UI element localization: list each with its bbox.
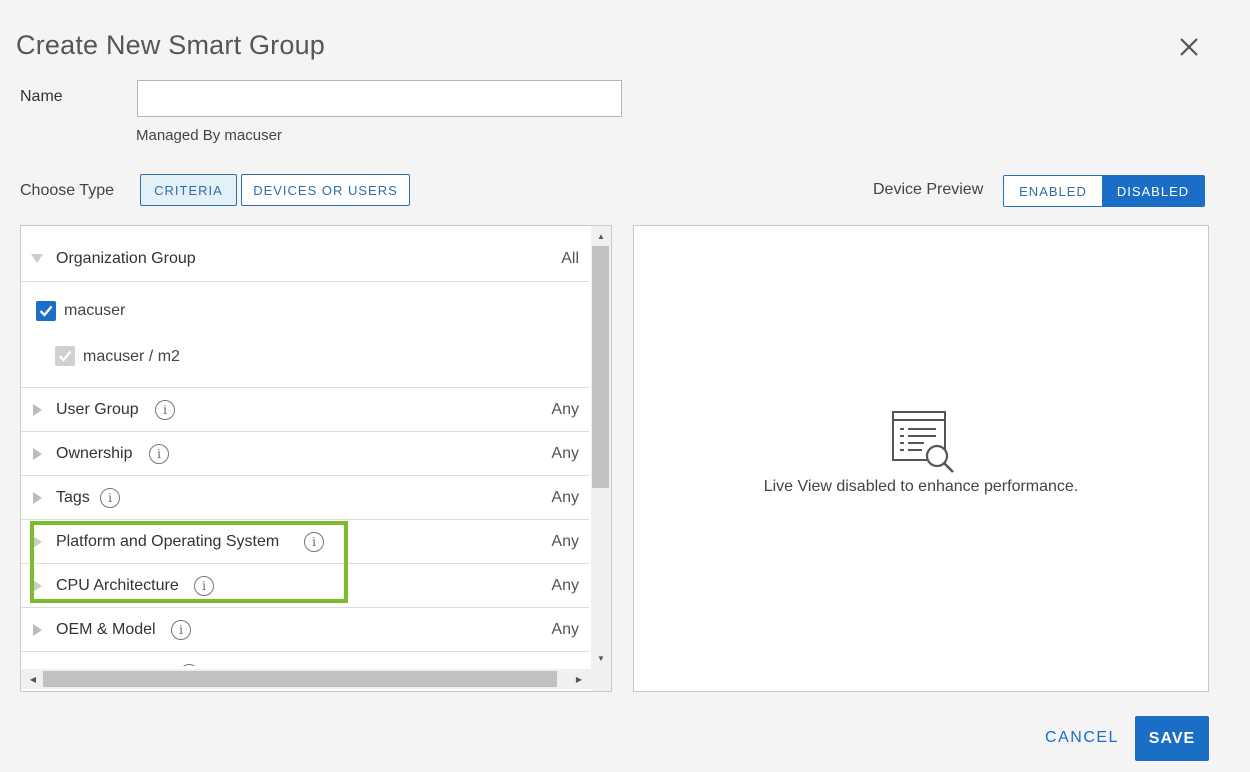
criteria-label: Tags	[56, 489, 90, 506]
close-button[interactable]	[1174, 32, 1204, 62]
criteria-panel: Organization Group All macuser macuser /…	[20, 225, 612, 692]
criteria-label: OEM & Model	[56, 621, 156, 638]
devices-or-users-type-button[interactable]: DEVICES OR USERS	[241, 174, 410, 206]
chevron-right-icon	[33, 404, 42, 416]
scroll-down-arrow-icon[interactable]: ▼	[591, 650, 611, 666]
check-icon	[58, 350, 72, 362]
preview-enabled-option[interactable]: ENABLED	[1004, 176, 1102, 206]
chevron-right-icon	[33, 492, 42, 504]
info-icon[interactable]: i	[171, 620, 191, 640]
checkbox-label: macuser	[64, 302, 126, 319]
device-preview-label: Device Preview	[873, 181, 984, 198]
search-list-icon	[892, 411, 954, 473]
criteria-row-ownership[interactable]: Ownership i Any	[21, 432, 589, 476]
device-preview-panel: Live View disabled to enhance performanc…	[633, 225, 1209, 692]
dialog-title: Create New Smart Group	[16, 30, 326, 60]
info-icon[interactable]: i	[304, 532, 324, 552]
name-label: Name	[20, 88, 63, 105]
scrollbar-corner	[591, 666, 611, 691]
organization-group-items: macuser macuser / m2	[21, 282, 589, 388]
criteria-value: Any	[551, 621, 579, 638]
scroll-up-arrow-icon[interactable]: ▲	[591, 228, 611, 244]
criteria-type-button[interactable]: CRITERIA	[140, 174, 237, 206]
save-button[interactable]: SAVE	[1135, 716, 1209, 761]
scroll-right-arrow-icon[interactable]: ▶	[571, 671, 587, 687]
device-preview-toggle: ENABLED DISABLED	[1003, 175, 1205, 207]
preview-message: Live View disabled to enhance performanc…	[763, 478, 1079, 495]
criteria-label: CPU Architecture	[56, 577, 179, 594]
criteria-row-organization-group[interactable]: Organization Group All	[21, 226, 589, 282]
criteria-value: Any	[551, 533, 579, 550]
info-icon	[179, 664, 199, 666]
criteria-value: Any	[551, 577, 579, 594]
criteria-row-partial	[21, 652, 589, 666]
managed-by-text: Managed By macuser	[136, 127, 282, 144]
info-icon[interactable]: i	[194, 576, 214, 596]
checkbox-macuser-m2	[55, 346, 75, 366]
criteria-row-platform-os[interactable]: Platform and Operating System i Any	[21, 520, 589, 564]
checkbox-label: macuser / m2	[83, 348, 180, 365]
chevron-right-icon	[33, 536, 42, 548]
chevron-down-icon	[31, 254, 43, 263]
vertical-scroll-thumb[interactable]	[592, 246, 609, 488]
info-icon[interactable]: i	[155, 400, 175, 420]
horizontal-scrollbar[interactable]: ◀ ▶	[21, 669, 591, 689]
info-icon[interactable]: i	[149, 444, 169, 464]
horizontal-scroll-thumb[interactable]	[43, 671, 557, 687]
close-icon	[1180, 38, 1198, 56]
criteria-row-user-group[interactable]: User Group i Any	[21, 388, 589, 432]
criteria-value: Any	[551, 489, 579, 506]
check-icon	[39, 305, 53, 317]
choose-type-label: Choose Type	[20, 182, 114, 199]
preview-disabled-option[interactable]: DISABLED	[1102, 176, 1204, 206]
chevron-right-icon	[33, 448, 42, 460]
criteria-value: Any	[551, 401, 579, 418]
scroll-left-arrow-icon[interactable]: ◀	[25, 671, 41, 687]
info-icon[interactable]: i	[100, 488, 120, 508]
checkbox-macuser[interactable]	[36, 301, 56, 321]
criteria-row-oem-model[interactable]: OEM & Model i Any	[21, 608, 589, 652]
chevron-right-icon	[33, 624, 42, 636]
vertical-scrollbar[interactable]: ▲ ▼	[591, 226, 611, 666]
chevron-right-icon	[33, 580, 42, 592]
cancel-button[interactable]: CANCEL	[1040, 716, 1124, 760]
name-input[interactable]	[137, 80, 622, 117]
criteria-label: Ownership	[56, 445, 133, 462]
criteria-label: User Group	[56, 401, 139, 418]
criteria-label: Organization Group	[56, 250, 196, 267]
criteria-value: All	[561, 250, 579, 267]
criteria-value: Any	[551, 445, 579, 462]
criteria-list: Organization Group All macuser macuser /…	[21, 226, 591, 666]
criteria-row-tags[interactable]: Tags i Any	[21, 476, 589, 520]
criteria-row-cpu-architecture[interactable]: CPU Architecture i Any	[21, 564, 589, 608]
criteria-label: Platform and Operating System	[56, 533, 280, 550]
